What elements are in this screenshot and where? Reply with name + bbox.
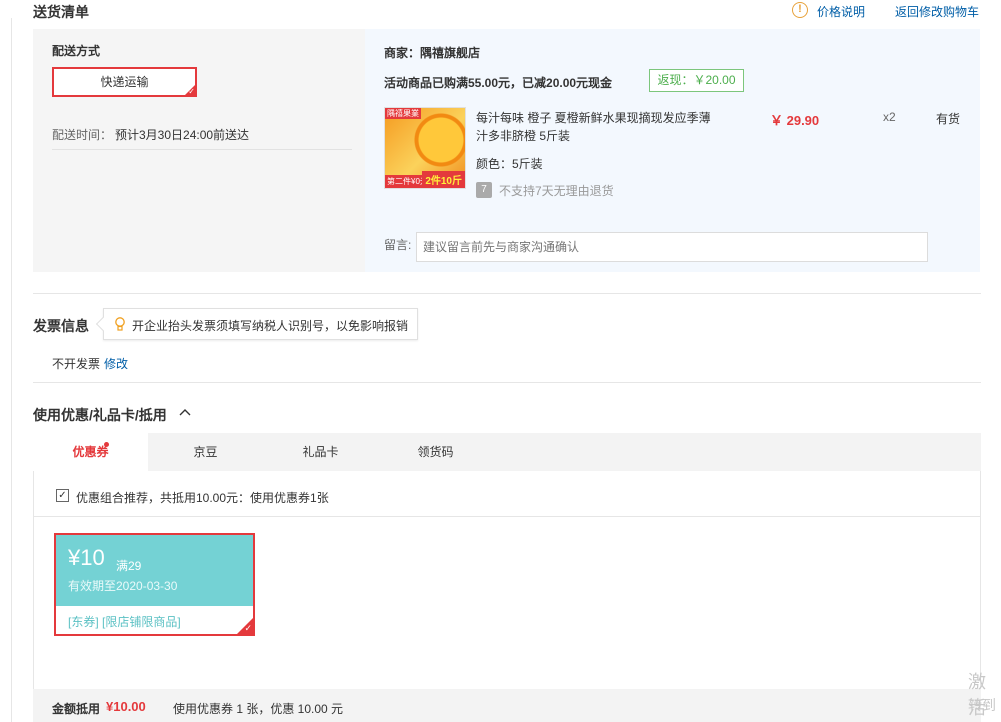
invoice-title: 发票信息 — [33, 318, 89, 334]
back-to-cart-link[interactable]: 返回修改购物车 — [895, 3, 979, 20]
delivery-list-title: 送货清单 — [33, 4, 89, 20]
express-shipping-option[interactable]: 快递运输 ✓ — [52, 67, 197, 97]
summary-detail: 使用优惠券 1 张，优惠 10.00 元 — [173, 702, 344, 716]
invoice-tip-text: 开企业抬头发票须填写纳税人识别号，以免影响报销 — [132, 319, 409, 333]
recommend-checkbox[interactable]: ✓ — [56, 489, 69, 502]
product-image-tag-right: 2件10斤 — [422, 171, 465, 188]
chevron-up-icon[interactable] — [178, 407, 192, 417]
no-return-icon: 7 — [476, 182, 492, 198]
product-color: 颜色：5斤装 — [476, 157, 543, 171]
tab-pickup-code[interactable]: 领货码 — [378, 433, 493, 471]
product-stock: 有货 — [936, 112, 961, 126]
tab-coupons-label: 优惠券 — [72, 445, 109, 459]
coupon-divider — [33, 516, 981, 517]
coupons-title[interactable]: 使用优惠/礼品卡/抵用 — [33, 405, 167, 425]
section-divider — [33, 382, 981, 383]
bulb-icon — [115, 317, 125, 331]
section-divider — [33, 293, 981, 294]
product-quantity: x2 — [883, 110, 896, 124]
coupon-header: ¥10 满29 有效期至2020-03-30 — [56, 535, 253, 606]
recommend-text: 优惠组合推荐，共抵用10.00元：使用优惠券1张 — [76, 491, 329, 505]
coupon-tabs: 优惠券 京豆 礼品卡 领货码 — [33, 433, 981, 471]
shipping-panel — [33, 29, 365, 272]
check-icon: ✓ — [244, 623, 252, 633]
coupon-validity: 有效期至2020-03-30 — [68, 579, 178, 593]
return-policy-text: 不支持7天无理由退货 — [499, 184, 614, 198]
summary-amount: ¥10.00 — [106, 699, 146, 714]
promo-text: 活动商品已购满55.00元，已减20.00元现金 — [384, 76, 613, 90]
watermark-line2: 转到 — [968, 697, 996, 713]
invoice-tip: 开企业抬头发票须填写纳税人识别号，以免影响报销 — [95, 308, 418, 340]
tip-arrow — [95, 316, 111, 332]
tab-gift-card[interactable]: 礼品卡 — [263, 433, 378, 471]
price-info-link[interactable]: 价格说明 — [817, 3, 865, 20]
product-name-link[interactable]: 每汁每味 橙子 夏橙新鲜水果现摘现发应季薄汁多非脐橙 5斤装 — [476, 109, 721, 145]
coupon-tags: [东券] [限店铺限商品] — [68, 615, 181, 629]
express-shipping-label: 快递运输 — [100, 75, 149, 89]
remark-label: 留言: — [384, 238, 412, 252]
summary-label: 金额抵用 — [52, 702, 101, 716]
product-price: ￥ 29.90 — [770, 113, 820, 128]
delivery-time-value: 预计3月30日24:00前送达 — [115, 128, 250, 142]
invoice-status: 不开发票 — [52, 357, 101, 371]
tab-coupons[interactable]: 优惠券 — [33, 433, 148, 471]
coupon-card[interactable]: ¥10 满29 有效期至2020-03-30 [东券] [限店铺限商品] ✓ — [54, 533, 255, 636]
shipping-divider — [52, 149, 352, 150]
delivery-time-label: 配送时间： — [52, 128, 113, 142]
left-divider — [11, 18, 12, 722]
invoice-edit-link[interactable]: 修改 — [104, 355, 128, 372]
tab-jingdou[interactable]: 京豆 — [148, 433, 263, 471]
merchant-name: 商家：隅禧旗舰店 — [384, 46, 481, 60]
remark-input[interactable] — [416, 232, 928, 262]
coupon-amount: ¥10 — [68, 545, 105, 570]
notification-dot — [104, 442, 109, 447]
warning-icon: ! — [792, 2, 808, 18]
check-icon: ✓ — [188, 87, 195, 96]
product-image-badge: 隅禧果業 — [385, 108, 421, 119]
rebate-badge: 返现：￥20.00 — [649, 69, 744, 92]
product-image[interactable]: 隅禧果業 第二件¥0元 2件10斤 — [384, 107, 466, 189]
shipping-method-label: 配送方式 — [52, 44, 101, 58]
coupon-condition: 满29 — [116, 559, 142, 573]
summary-bar: 金额抵用 ¥10.00 使用优惠券 1 张，优惠 10.00 元 — [33, 689, 981, 722]
